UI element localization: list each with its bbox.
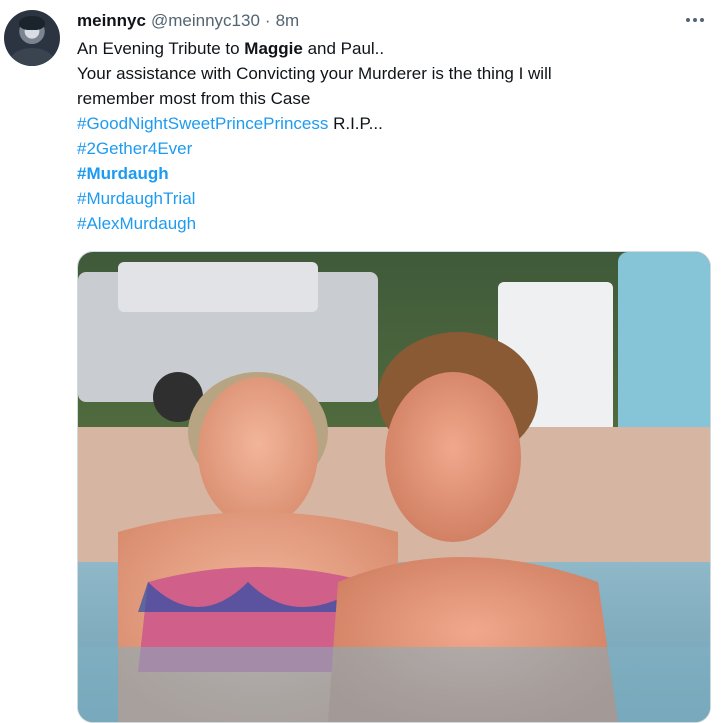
- tweet-line-4: #GoodNightSweetPrincePrincess R.I.P...: [77, 111, 697, 136]
- hashtag-2gether4ever[interactable]: #2Gether4Ever: [77, 139, 192, 158]
- header-separator: ·: [264, 11, 271, 30]
- tweet-line-2: Your assistance with Convicting your Mur…: [77, 64, 552, 83]
- tweet-timestamp[interactable]: 8m: [276, 11, 300, 31]
- author-name[interactable]: meinnyc: [77, 11, 146, 31]
- more-horizontal-icon[interactable]: [683, 8, 707, 32]
- photo-chair: [618, 252, 710, 452]
- hashtag-goodnight[interactable]: #GoodNightSweetPrincePrincess: [77, 114, 328, 133]
- tweet-line-1: An Evening Tribute to Maggie and Paul..: [77, 36, 697, 61]
- avatar-shoulders: [10, 48, 54, 66]
- tweet-text: An Evening Tribute to Maggie and Paul.. …: [77, 36, 697, 236]
- tweet-line-7: #MurdaughTrial: [77, 186, 697, 211]
- line1-suffix: and Paul..: [302, 39, 385, 58]
- line1-bold-name: Maggie: [244, 39, 303, 58]
- tweet-line-8: #AlexMurdaugh: [77, 211, 697, 236]
- avatar[interactable]: [4, 10, 60, 66]
- hashtag-murdaugh[interactable]: #Murdaugh: [77, 164, 169, 183]
- hashtag-alex-murdaugh[interactable]: #AlexMurdaugh: [77, 214, 196, 233]
- tweet-line-6: #Murdaugh: [77, 161, 697, 186]
- rip-text: R.I.P...: [328, 114, 383, 133]
- tweet-photo[interactable]: [77, 251, 711, 723]
- author-handle[interactable]: @meinnyc130: [151, 11, 260, 31]
- line1-prefix: An Evening Tribute to: [77, 39, 245, 58]
- tweet-line-5: #2Gether4Ever: [77, 136, 697, 161]
- tweet-line-3: remember most from this Case: [77, 89, 311, 108]
- hashtag-murdaugh-trial[interactable]: #MurdaughTrial: [77, 189, 195, 208]
- tweet-header: meinnyc @meinnyc130 · 8m: [77, 10, 299, 32]
- avatar-hair: [19, 16, 45, 30]
